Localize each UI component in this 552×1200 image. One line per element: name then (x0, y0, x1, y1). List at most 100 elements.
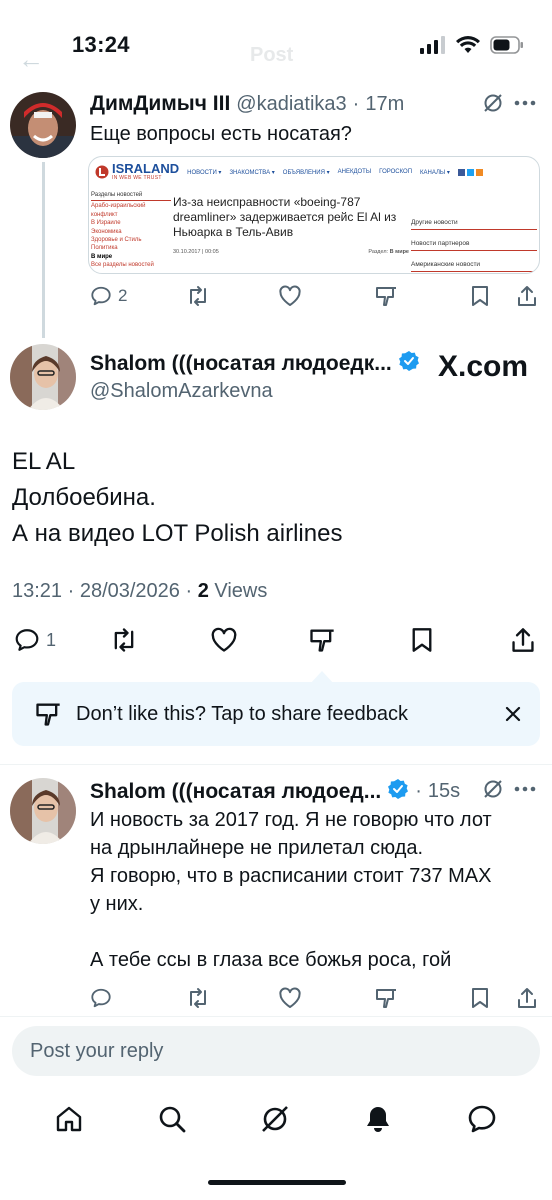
x-logo: X.com (437, 350, 528, 383)
text-line: И новость за 2017 год. Я не говорю что л… (90, 809, 492, 831)
embed-nav-item: КАНАЛЫ ▾ (420, 169, 450, 176)
reply-button[interactable]: 2 (90, 285, 127, 307)
avatar[interactable] (10, 92, 76, 158)
text-line: Я говорю, что в расписании стоит 737 MAX (90, 865, 492, 887)
x-brand: X.com (438, 350, 528, 384)
bookmark-icon[interactable] (470, 285, 490, 307)
embed-right-link: Другие новости (411, 217, 537, 230)
home-indicator (208, 1180, 346, 1185)
sidebar-link: Экономика (91, 228, 122, 235)
share-icon[interactable] (516, 987, 538, 1009)
reply-actions (88, 986, 540, 1010)
status-icons (420, 36, 524, 54)
author-handle[interactable]: @kadiatika3 (236, 93, 346, 116)
like-icon[interactable] (210, 627, 238, 653)
tweet-time: 15s (427, 780, 461, 802)
verified-icon (398, 350, 420, 377)
reply-icon (90, 285, 112, 307)
sidebar-link: В Израиле (91, 220, 121, 227)
reply-icon[interactable] (90, 987, 112, 1009)
text-line: у них. (90, 893, 144, 915)
avatar[interactable] (10, 778, 76, 844)
signal-icon (420, 36, 446, 54)
timestamp: 13:21 · 28/03/2026 · (12, 580, 198, 602)
embed-nav-item: АНЕКДОТЫ (337, 169, 372, 175)
share-icon[interactable] (516, 285, 538, 307)
reply-text: И новость за 2017 год. Я не говорю что л… (90, 806, 540, 974)
messages-icon[interactable] (466, 1103, 498, 1135)
like-icon[interactable] (278, 285, 302, 307)
sidebar-link: Здоровье и Стиль (91, 237, 142, 244)
dislike-icon[interactable] (374, 285, 398, 307)
embed-section-label: Раздел: (368, 249, 389, 255)
divider (0, 764, 552, 765)
share-icon[interactable] (510, 627, 536, 653)
header-title: Post (250, 44, 294, 66)
retweet-icon[interactable] (186, 987, 210, 1009)
author-name[interactable]: Shalom (((носатая людоедк... (90, 352, 392, 376)
retweet-icon[interactable] (186, 285, 210, 307)
grok-icon[interactable] (259, 1103, 291, 1135)
author-name[interactable]: Shalom (((носатая людоед... (90, 780, 381, 804)
main-actions: 1 (12, 626, 540, 654)
embed-right-links: Другие новости Новости партнеров Америка… (411, 217, 537, 273)
tweet-meta: 13:21 · 28/03/2026 · 2 Views (12, 580, 267, 603)
close-icon[interactable] (504, 705, 522, 723)
feedback-banner[interactable]: Don’t like this? Tap to share feedback (12, 682, 540, 746)
embed-headline: Из-за неисправности «boeing-787 dreamlin… (173, 195, 397, 239)
divider (0, 1016, 552, 1017)
grok-icon[interactable] (482, 778, 504, 800)
logo-text: ISRALAND (112, 161, 180, 176)
bottom-nav (0, 1092, 552, 1146)
embed-nav-item: НОВОСТИ ▾ (187, 169, 222, 176)
reply-header: Shalom (((носатая людоед... · 15s (90, 778, 460, 805)
embed-section: Раздел: В мире (368, 249, 409, 255)
reply-icon (14, 627, 40, 653)
like-icon[interactable] (278, 987, 302, 1009)
reply-count: 2 (118, 286, 128, 305)
main-author: Shalom (((носатая людоедк... (90, 350, 420, 377)
reply-input[interactable]: Post your reply (12, 1026, 540, 1076)
more-icon[interactable] (514, 786, 536, 792)
thread-line (42, 162, 45, 338)
notifications-icon[interactable] (363, 1104, 393, 1134)
reply-count: 1 (46, 629, 57, 650)
grok-icon[interactable] (482, 92, 504, 114)
avatar[interactable] (10, 344, 76, 410)
search-icon[interactable] (157, 1104, 187, 1134)
embed-nav-item: ГОРОСКОП (379, 169, 413, 175)
embed-section-value: В мире (389, 249, 409, 255)
embed-nav-item: ЗНАКОМСТВА ▾ (229, 169, 275, 176)
home-icon[interactable] (54, 1104, 84, 1134)
dislike-icon[interactable] (308, 627, 336, 653)
attached-image[interactable]: ISRALAND IN WEB WE TRUST НОВОСТИ ▾ ЗНАКО… (88, 156, 540, 274)
embed-nav: ISRALAND IN WEB WE TRUST НОВОСТИ ▾ ЗНАКО… (89, 157, 539, 187)
author-handle[interactable]: @ShalomAzarkevna (90, 380, 273, 403)
text-line: EL AL (12, 448, 76, 475)
separator-dot: · (415, 780, 422, 802)
tweet-text: Еще вопросы есть носатая? (90, 123, 352, 145)
retweet-icon[interactable] (110, 627, 138, 653)
bookmark-icon[interactable] (470, 987, 490, 1009)
embed-date: 30.10.2017 | 00:05 (173, 249, 219, 255)
dislike-icon (34, 701, 62, 727)
more-icon[interactable] (514, 100, 536, 106)
tweet-time: 17m (365, 93, 405, 115)
embed-right-link: Новости партнеров (411, 238, 537, 251)
author-name[interactable]: ДимДимыч III (90, 92, 230, 116)
text-line: Долбоебина. (12, 484, 156, 511)
israland-logo: ISRALAND IN WEB WE TRUST (95, 161, 180, 181)
text-line (90, 918, 540, 946)
bookmark-icon[interactable] (410, 627, 434, 653)
wifi-icon (456, 36, 480, 54)
views-count: 2 (197, 580, 209, 602)
main-tweet-text: EL AL Долбоебина. А на видео LOT Polish … (12, 444, 342, 552)
embed-meta: 30.10.2017 | 00:05 Раздел: В мире (173, 249, 409, 255)
battery-icon (490, 36, 524, 54)
back-arrow-icon[interactable]: ← (18, 44, 44, 75)
verified-icon (387, 778, 409, 805)
dislike-icon[interactable] (374, 987, 398, 1009)
reply-button[interactable]: 1 (14, 627, 56, 653)
social-icons (457, 168, 483, 176)
separator-dot: · (352, 93, 360, 115)
